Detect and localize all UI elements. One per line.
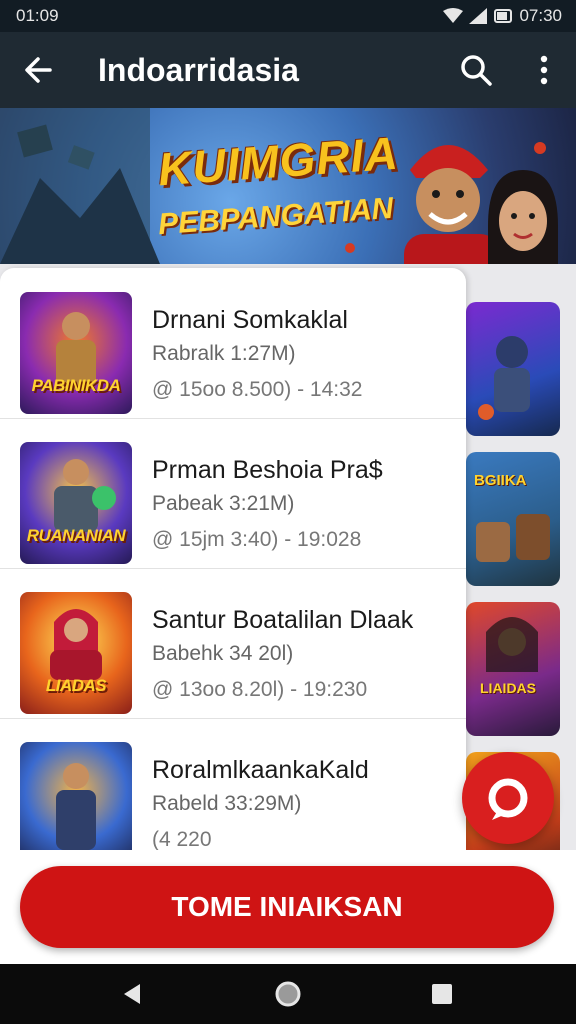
promo-banner[interactable]: KUIMGRIA PEBPANGATIAN — [0, 108, 576, 264]
thumb-caption: PABINIKDA — [31, 376, 121, 395]
list-item[interactable]: RUANANIAN Prman Beshoia Pra$ Pabeak 3:21… — [0, 418, 466, 569]
list-item-title: Prman Beshoia Pra$ — [152, 456, 383, 484]
list-item-meta: @ 15jm 3:40) - 19:028 — [152, 528, 362, 551]
banner-heroine-character — [488, 170, 558, 264]
list-item-thumbnail — [20, 742, 132, 850]
bgcard-1[interactable] — [466, 302, 560, 436]
nav-back-icon[interactable] — [118, 980, 146, 1008]
bgcard-2[interactable]: BGIIKA — [466, 452, 560, 586]
back-arrow-icon[interactable] — [20, 52, 56, 88]
status-icons: 07:30 — [443, 6, 562, 26]
chat-bubble-icon — [488, 778, 528, 820]
list-item-meta: @ 15oo 8.500) - 14:32 — [152, 378, 363, 401]
list-item-subtitle: Pabeak 3:21M) — [152, 492, 295, 515]
wifi-icon — [443, 8, 464, 23]
page-title: Indoarridasia — [98, 52, 299, 88]
list-item-subtitle: Rabeld 33:29M) — [152, 792, 302, 815]
bgcard-3[interactable]: LIAIDAS — [466, 602, 560, 736]
bgcard-2-art — [476, 514, 550, 562]
thumb-art — [56, 763, 96, 850]
system-nav-bar — [0, 964, 576, 1024]
bgcard-3-art — [486, 617, 538, 672]
list-item-thumbnail: PABINIKDA — [20, 292, 132, 414]
search-icon[interactable] — [458, 52, 494, 88]
list-item-title: Drnani Somkaklal — [152, 306, 348, 334]
signal-icon — [469, 8, 488, 24]
game-list: PABINIKDA Drnani Somkaklal Rabralk 1:27M… — [0, 268, 466, 850]
status-bar: 01:09 07:30 — [0, 0, 576, 32]
list-item-title: RoralmlkaankaKald — [152, 756, 369, 784]
nav-recents-icon[interactable] — [428, 980, 456, 1008]
list-item[interactable]: RoralmlkaankaKald Rabeld 33:29M) (4 220 — [0, 718, 466, 850]
list-item-thumbnail: RUANANIAN — [20, 442, 132, 564]
list-item-meta: (4 220 — [152, 828, 212, 850]
thumb-caption: LIADAS — [45, 676, 107, 695]
floating-action-button[interactable] — [462, 752, 554, 844]
nav-home-icon[interactable] — [274, 980, 302, 1008]
list-item-meta: @ 13oo 8.20l) - 19:230 — [152, 678, 368, 701]
primary-cta-button[interactable]: TOME INIAIKSAN — [20, 866, 554, 948]
bgcard-1-art — [478, 336, 530, 420]
thumb-caption: RUANANIAN — [26, 526, 126, 545]
list-item-subtitle: Rabralk 1:27M) — [152, 342, 296, 365]
status-time: 01:09 — [16, 6, 59, 25]
list-item-title: Santur Boatalilan Dlaak — [152, 606, 414, 634]
list-item[interactable]: LIADAS Santur Boatalilan Dlaak Babehk 34… — [0, 568, 466, 719]
status-time-right: 07:30 — [519, 6, 562, 25]
battery-icon — [494, 9, 513, 23]
more-vert-icon[interactable] — [528, 52, 560, 88]
app-bar: Indoarridasia — [0, 32, 576, 108]
list-item-thumbnail: LIADAS — [20, 592, 132, 714]
list-item-subtitle: Babehk 34 20l) — [152, 642, 294, 665]
list-item[interactable]: PABINIKDA Drnani Somkaklal Rabralk 1:27M… — [0, 268, 466, 419]
